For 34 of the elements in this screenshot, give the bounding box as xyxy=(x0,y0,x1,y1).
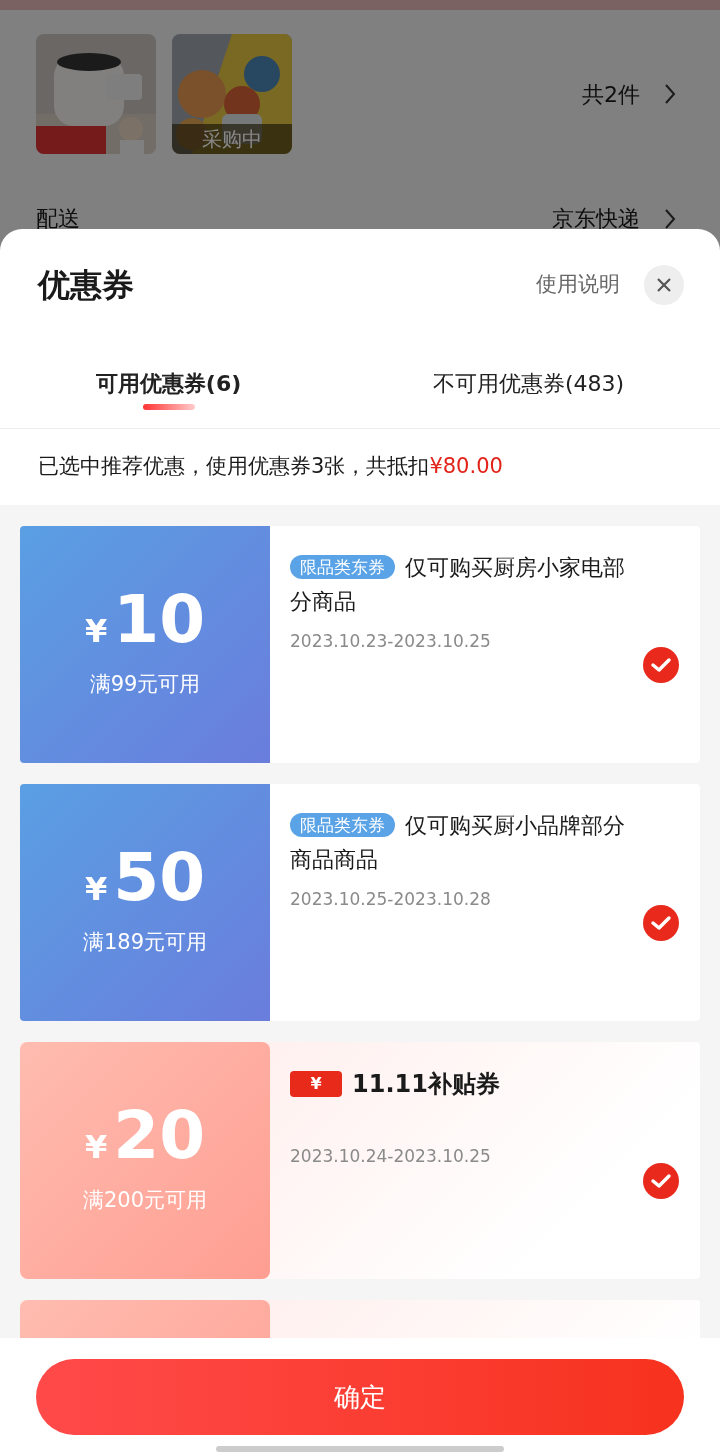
validity-dates: 2023.10.23-2023.10.25 xyxy=(290,629,492,653)
coupon-tab[interactable]: 可用优惠券(6) xyxy=(95,367,242,400)
coupon-card[interactable]: ¥20 满200元可用 ¥ 11.11补贴券 2023.10.24-2023.10.25 xyxy=(20,1041,700,1279)
close-button[interactable] xyxy=(644,265,684,305)
coupon-condition: 满200元可用 xyxy=(82,1187,208,1215)
chevron-icon xyxy=(664,207,676,230)
coupon-amount: 50 xyxy=(113,845,206,912)
selection-summary: 已选中推荐优惠，使用优惠券3张，共抵扣¥80.00 xyxy=(0,428,720,505)
delivery-label: 配送 xyxy=(36,205,80,233)
status-label: 采购中 xyxy=(172,124,292,154)
tab-indicator xyxy=(142,404,195,410)
currency-symbol: ¥ xyxy=(84,611,108,653)
coupon-amount: 20 xyxy=(113,1103,206,1170)
ticket-badge: ¥ xyxy=(290,1070,342,1097)
check-icon[interactable] xyxy=(642,903,680,942)
validity-dates: 2023.10.25-2023.10.28 xyxy=(290,887,492,911)
coupon-tag: 限品类东券 xyxy=(290,554,395,579)
coupon-condition: 满99元可用 xyxy=(89,671,201,699)
coupon-tag: 限品类东券 xyxy=(290,812,395,837)
coupon-amount: 10 xyxy=(113,587,206,654)
validity-dates: 2023.10.24-2023.10.25 xyxy=(290,1144,492,1168)
help-link[interactable]: 使用说明 xyxy=(536,269,620,301)
sheet-title: 优惠券 xyxy=(38,265,134,306)
check-icon[interactable] xyxy=(642,645,680,684)
chevron-icon xyxy=(664,83,676,105)
close-icon xyxy=(656,277,672,293)
coupon-tab[interactable]: 不可用优惠券(483) xyxy=(432,367,625,400)
coupon-title: 11.11补贴券 xyxy=(352,1068,500,1100)
check-icon[interactable] xyxy=(642,1161,680,1200)
confirm-button[interactable]: 确定 xyxy=(36,1359,684,1435)
currency-symbol: ¥ xyxy=(84,1127,108,1169)
currency-symbol: ¥ xyxy=(84,869,108,911)
item-count[interactable]: 共2件 xyxy=(582,77,640,111)
coupon-condition: 满189元可用 xyxy=(82,929,208,957)
